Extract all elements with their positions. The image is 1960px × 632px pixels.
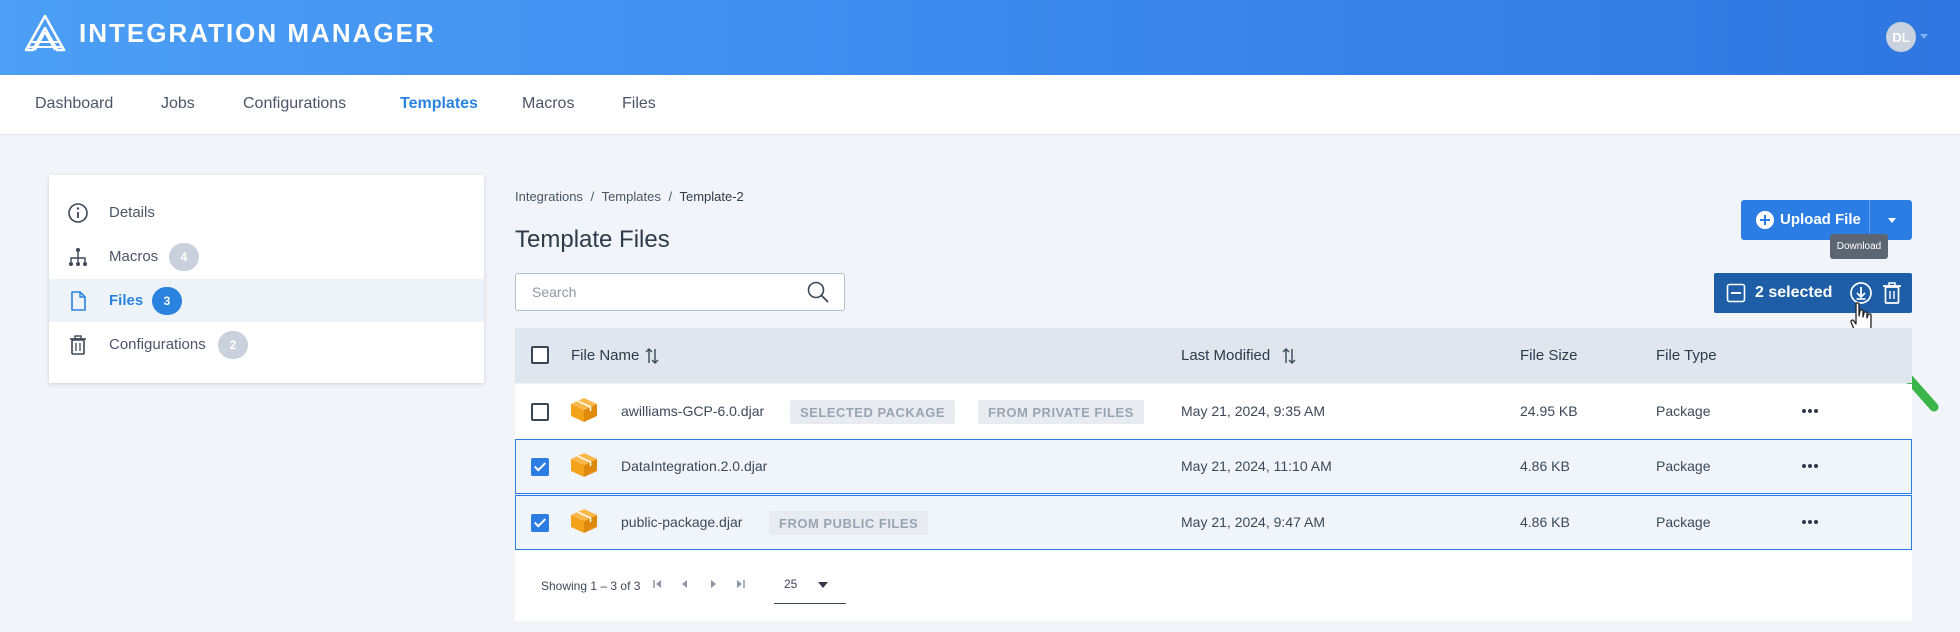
- info-icon: [68, 203, 88, 223]
- chevron-down-icon: [818, 582, 828, 588]
- upload-file-label: Upload File: [1780, 211, 1861, 228]
- more-options-icon[interactable]: [1800, 403, 1820, 419]
- tab-dashboard[interactable]: Dashboard: [35, 95, 113, 113]
- select-all-checkbox[interactable]: [531, 346, 549, 364]
- breadcrumb-templates[interactable]: Templates: [602, 189, 661, 204]
- column-file-name: File Name: [571, 347, 640, 364]
- search-icon[interactable]: [806, 280, 830, 304]
- logo-icon: [24, 14, 66, 52]
- file-size: 4.86 KB: [1520, 458, 1570, 474]
- tab-macros[interactable]: Macros: [522, 95, 574, 113]
- column-file-type: File Type: [1656, 347, 1717, 364]
- breadcrumb-integrations[interactable]: Integrations: [515, 189, 583, 204]
- row-checkbox[interactable]: [531, 514, 549, 532]
- row-checkbox[interactable]: [531, 403, 549, 421]
- column-file-size: File Size: [1520, 347, 1578, 364]
- breadcrumb-separator: /: [590, 189, 595, 204]
- file-type: Package: [1656, 458, 1711, 474]
- table-header: File Name Last Modified File Size File T…: [515, 328, 1912, 383]
- breadcrumb-current: Template-2: [679, 189, 744, 204]
- count-badge: 3: [152, 287, 182, 315]
- app-header: INTEGRATION MANAGER DL: [0, 0, 1960, 75]
- tab-configurations[interactable]: Configurations: [243, 95, 346, 113]
- status-badge: FROM PUBLIC FILES: [769, 511, 929, 535]
- page-title: Template Files: [515, 226, 670, 253]
- selection-toolbar: 2 selected: [1714, 273, 1912, 313]
- status-badge: SELECTED PACKAGE: [790, 400, 955, 424]
- more-options-icon[interactable]: [1800, 458, 1820, 474]
- side-panel: Details Macros 4 Files 3 Configurations …: [49, 175, 484, 383]
- trash-icon: [70, 335, 86, 355]
- sort-icon[interactable]: [644, 347, 660, 365]
- last-modified: May 21, 2024, 11:10 AM: [1181, 458, 1332, 474]
- app-title: INTEGRATION MANAGER: [79, 18, 436, 48]
- table-row[interactable]: public-package.djar FROM PUBLIC FILES Ma…: [515, 495, 1912, 550]
- next-page-icon[interactable]: [706, 577, 720, 591]
- side-item-label: Macros: [109, 248, 159, 265]
- more-options-icon[interactable]: [1800, 514, 1820, 530]
- table-row[interactable]: DataIntegration.2.0.djar May 21, 2024, 1…: [515, 439, 1912, 494]
- file-icon: [71, 291, 86, 311]
- side-item-macros[interactable]: Macros 4: [49, 235, 484, 278]
- avatar[interactable]: DL: [1886, 22, 1916, 52]
- package-icon: [571, 453, 597, 477]
- side-item-configurations[interactable]: Configurations 2: [49, 323, 484, 366]
- side-item-files[interactable]: Files 3: [49, 279, 484, 322]
- deselect-all-icon[interactable]: [1726, 283, 1746, 303]
- chevron-down-icon[interactable]: [1920, 34, 1928, 39]
- plus-circle-icon: [1756, 211, 1774, 229]
- file-type: Package: [1656, 514, 1711, 530]
- tab-files[interactable]: Files: [622, 95, 656, 113]
- page-size-select[interactable]: 25: [774, 569, 846, 604]
- table-row[interactable]: awilliams-GCP-6.0.djar SELECTED PACKAGE …: [515, 384, 1912, 439]
- count-badge: 4: [169, 243, 199, 271]
- row-checkbox[interactable]: [531, 458, 549, 476]
- package-icon: [571, 509, 597, 533]
- avatar-initials: DL: [1892, 29, 1910, 45]
- search-input[interactable]: [516, 274, 812, 310]
- last-modified: May 21, 2024, 9:47 AM: [1181, 514, 1325, 530]
- sort-icon[interactable]: [1281, 347, 1297, 365]
- side-item-label: Files: [109, 292, 144, 309]
- delete-icon[interactable]: [1881, 281, 1903, 305]
- page-size-value: 25: [784, 577, 798, 591]
- file-name[interactable]: awilliams-GCP-6.0.djar: [621, 403, 764, 419]
- file-type: Package: [1656, 403, 1711, 419]
- last-modified: May 21, 2024, 9:35 AM: [1181, 403, 1325, 419]
- breadcrumb-separator: /: [668, 189, 673, 204]
- pagination-summary: Showing 1 – 3 of 3: [541, 579, 641, 593]
- file-name[interactable]: DataIntegration.2.0.djar: [621, 458, 767, 474]
- file-size: 4.86 KB: [1520, 514, 1570, 530]
- side-item-details[interactable]: Details: [49, 191, 484, 234]
- count-badge: 2: [218, 331, 248, 359]
- hierarchy-icon: [69, 248, 87, 266]
- previous-page-icon[interactable]: [678, 577, 692, 591]
- selected-count: 2 selected: [1755, 284, 1833, 301]
- last-page-icon[interactable]: [733, 577, 747, 591]
- breadcrumb: Integrations / Templates / Template-2: [515, 189, 744, 204]
- search-box: [515, 273, 845, 311]
- top-nav: Dashboard Jobs Configurations Templates …: [0, 75, 1960, 135]
- download-tooltip: Download: [1830, 234, 1888, 259]
- first-page-icon[interactable]: [651, 577, 665, 591]
- tab-templates[interactable]: Templates: [400, 95, 478, 113]
- file-size: 24.95 KB: [1520, 403, 1578, 419]
- package-icon: [571, 398, 597, 422]
- side-item-label: Configurations: [109, 336, 206, 353]
- pagination: Showing 1 – 3 of 3 25: [515, 551, 1912, 621]
- column-last-modified: Last Modified: [1181, 347, 1271, 364]
- status-badge: FROM PRIVATE FILES: [978, 400, 1144, 424]
- file-name[interactable]: public-package.djar: [621, 514, 742, 530]
- tab-jobs[interactable]: Jobs: [161, 95, 195, 113]
- side-item-label: Details: [109, 204, 155, 221]
